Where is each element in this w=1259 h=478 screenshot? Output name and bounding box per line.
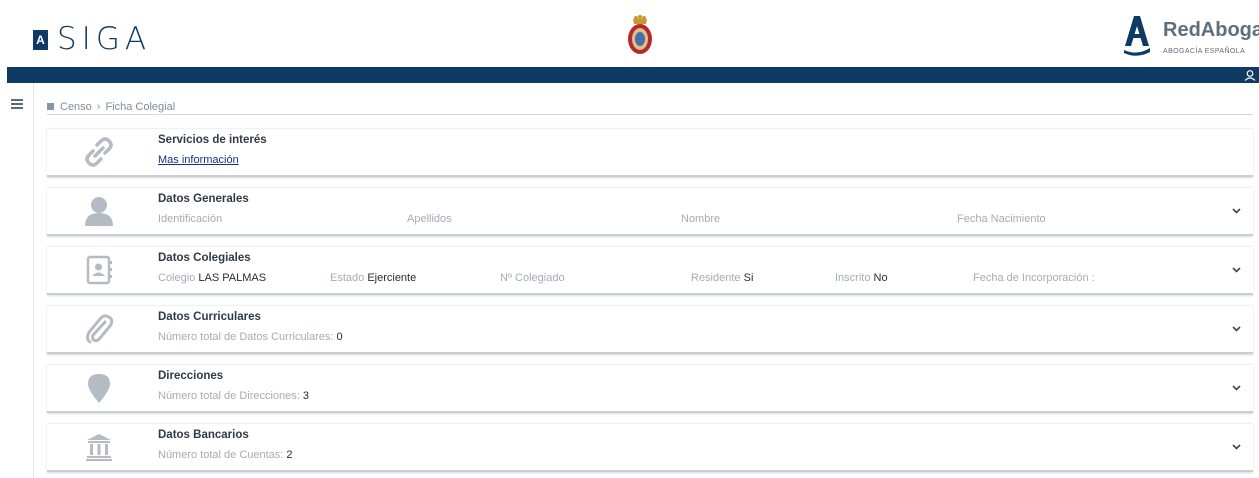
card-title: Direcciones <box>158 370 224 382</box>
siga-logo-text: SIGA <box>57 21 152 57</box>
nombre-label: Nombre <box>681 213 721 225</box>
direcciones-count: 3 <box>302 390 310 402</box>
inscrito-field: Inscrito No <box>835 272 888 284</box>
map-pin-icon <box>88 374 110 403</box>
colegio-field: Colegio LAS PALMAS <box>158 272 266 284</box>
identificacion-label: Identificación <box>158 213 223 225</box>
bancarios-count-line: Número total de Cuentas: 2 <box>158 449 293 461</box>
card-title: Datos Bancarios <box>158 429 249 441</box>
colegio-label: Colegio <box>158 272 196 284</box>
estado-value: Ejerciente <box>367 272 417 284</box>
chevron-down-icon[interactable] <box>1232 206 1241 215</box>
bancarios-count: 2 <box>286 449 293 461</box>
breadcrumb-separator: › <box>96 100 101 113</box>
card-servicios-interes: Servicios de interés Mas información <box>47 128 1253 177</box>
estado-label: Estado <box>330 272 365 284</box>
card-title: Datos Generales <box>158 193 249 205</box>
side-menu <box>7 83 34 478</box>
siga-logo[interactable]: A SIGA <box>33 24 151 55</box>
card-title: Servicios de interés <box>158 134 267 146</box>
breadcrumb-censo[interactable]: Censo <box>60 101 92 113</box>
chevron-down-icon[interactable] <box>1232 324 1241 333</box>
red-abogacia-subtitle: ABOGACÍA ESPAÑOLA <box>1163 48 1246 55</box>
card-datos-curriculares[interactable]: Datos Curriculares Número total de Datos… <box>47 305 1253 354</box>
residente-field: Residente Si <box>691 272 753 284</box>
card-title: Datos Curriculares <box>158 311 261 323</box>
curriculares-count-label: Número total de Datos Curriculares: <box>158 331 334 343</box>
card-datos-colegiales[interactable]: Datos Colegiales Colegio LAS PALMAS Esta… <box>47 246 1253 295</box>
crest-icon <box>628 15 652 54</box>
top-nav-bar <box>7 67 1259 83</box>
chevron-down-icon[interactable] <box>1232 383 1241 392</box>
app-header: A SIGA RedAbogacía ABOGACÍA ESPAÑOLA <box>0 0 1259 67</box>
chevron-down-icon[interactable] <box>1232 442 1241 451</box>
user-account-icon[interactable] <box>1244 70 1256 81</box>
card-title: Datos Colegiales <box>158 252 251 264</box>
menu-icon[interactable] <box>11 99 23 109</box>
user-icon <box>85 197 113 226</box>
bancarios-count-label: Número total de Cuentas: <box>158 449 284 461</box>
inscrito-value: No <box>873 272 888 284</box>
apellidos-label: Apellidos <box>407 213 452 225</box>
bank-icon <box>86 434 112 461</box>
colegio-value: LAS PALMAS <box>198 272 267 284</box>
fecha-incorporacion-label: Fecha de Incorporación : <box>973 272 1095 284</box>
residente-label: Residente <box>691 272 741 284</box>
red-abogacia-mark-icon <box>1124 16 1150 56</box>
residente-value: Si <box>743 272 754 284</box>
breadcrumb-ficha-colegial: Ficha Colegial <box>105 100 176 113</box>
estado-field: Estado Ejerciente <box>330 272 416 284</box>
n-colegiado-label: Nº Colegiado <box>500 272 565 284</box>
mas-informacion-link[interactable]: Mas información <box>158 154 239 166</box>
card-direcciones[interactable]: Direcciones Número total de Direcciones:… <box>47 364 1253 413</box>
card-datos-generales[interactable]: Datos Generales Identificación Apellidos… <box>47 187 1253 236</box>
red-abogacia-name: RedAbogacía <box>1163 19 1259 41</box>
breadcrumb-square-icon <box>47 103 54 110</box>
card-datos-bancarios[interactable]: Datos Bancarios Número total de Cuentas:… <box>47 423 1253 472</box>
id-card-icon <box>86 255 112 285</box>
breadcrumb: Censo › Ficha Colegial <box>47 99 1253 115</box>
direcciones-count-label: Número total de Direcciones: <box>158 390 300 402</box>
inscrito-label: Inscrito <box>835 272 871 284</box>
chevron-down-icon[interactable] <box>1232 265 1241 274</box>
direcciones-count-line: Número total de Direcciones: 3 <box>158 390 309 402</box>
paperclip-icon <box>86 314 114 344</box>
curriculares-count-line: Número total de Datos Curriculares: 0 <box>158 331 343 343</box>
curriculares-count: 0 <box>336 331 343 343</box>
fecha-nacimiento-label: Fecha Nacimiento <box>957 213 1046 225</box>
siga-logo-mark: A <box>33 29 48 50</box>
link-icon <box>85 137 113 167</box>
